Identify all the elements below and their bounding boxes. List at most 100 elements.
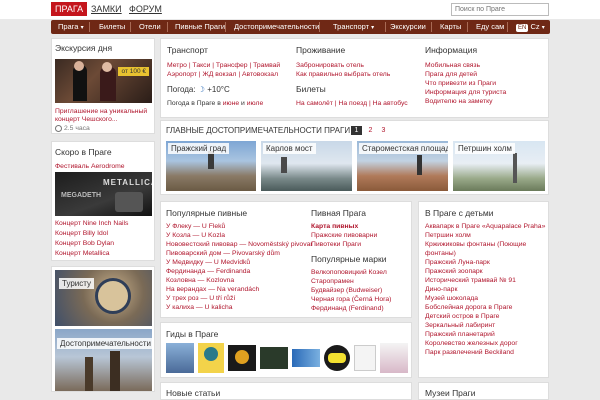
- choose-hotel-link[interactable]: Как правильно выбрать отель: [296, 70, 390, 79]
- info-link[interactable]: Информация для туриста: [425, 88, 506, 97]
- kids-link[interactable]: Бобслейная дорога в Праге: [425, 303, 512, 312]
- brand-link[interactable]: Фердинанд (Ferdinand): [311, 304, 384, 313]
- info-link[interactable]: Мобильная связь: [425, 61, 480, 70]
- kids-link[interactable]: Пражский зоопарк: [425, 267, 483, 276]
- beer-link[interactable]: У калиха — U kalicha: [166, 303, 233, 312]
- tourist-caption: Туристу: [59, 278, 95, 289]
- kids-link[interactable]: Дино-парк: [425, 285, 457, 294]
- brand-link[interactable]: Старопрамен: [311, 277, 354, 286]
- sight-caption: Петршин холм: [455, 143, 515, 154]
- kids-link[interactable]: Зеркальный лабиринт: [425, 321, 495, 330]
- musician-head: [74, 61, 84, 71]
- beer-link[interactable]: На верандах — Na verandách: [166, 285, 259, 294]
- nav-divider: [225, 22, 226, 32]
- concert-banner[interactable]: METALLICA MEGADETH: [55, 172, 152, 216]
- info-link[interactable]: Что привезти из Праги: [425, 79, 496, 88]
- beer-link[interactable]: Пивоварский дом — Pivovarský dům: [166, 249, 280, 258]
- sight-photo[interactable]: Староместская площадь: [357, 141, 448, 191]
- guide-logo[interactable]: [292, 349, 320, 367]
- guide-logo[interactable]: [198, 343, 224, 373]
- guide-logo[interactable]: [260, 347, 288, 369]
- search-input[interactable]: [451, 3, 549, 16]
- nav-item-tickets[interactable]: Билеты: [99, 20, 125, 34]
- kids-link[interactable]: Исторический трамвай № 91: [425, 276, 516, 285]
- language-switch[interactable]: EN Cz ▾: [514, 20, 545, 34]
- concert-link[interactable]: Концерт Metallica: [55, 249, 110, 258]
- guide-logo[interactable]: [228, 345, 256, 371]
- sight-photo[interactable]: Пражский град: [166, 141, 256, 191]
- kids-link[interactable]: Петршин холм: [425, 231, 471, 240]
- guide-logo[interactable]: [166, 343, 194, 373]
- concert-link[interactable]: Концерт Billy Idol: [55, 229, 108, 238]
- beer-link[interactable]: Нововестский пивовар — Novoměstský pivov…: [166, 240, 313, 249]
- kids-panel: В Праге с детьми Аквапарк в Праге «Aquap…: [418, 201, 549, 378]
- info-link[interactable]: Прага для детей: [425, 70, 477, 79]
- nav-item-self[interactable]: Еду сам: [476, 20, 504, 34]
- nav-item-transport[interactable]: Транспорт ▾: [333, 20, 374, 34]
- beer-link[interactable]: У трех роз — U tří růží: [166, 294, 235, 303]
- beer-map-link[interactable]: Карта пивных: [311, 222, 358, 231]
- excursion-title: Экскурсия дня: [55, 43, 113, 53]
- tab-prague[interactable]: ПРАГА: [51, 2, 88, 16]
- pager-page-3[interactable]: 3: [378, 126, 389, 135]
- brand-link[interactable]: Черная гора (Černá Hora): [311, 295, 391, 304]
- beer-shops-link[interactable]: Пивотеки Праги: [311, 240, 361, 249]
- tickets-links[interactable]: На самолёт | На поезд | На автобус: [296, 99, 408, 108]
- kids-link[interactable]: Аквапарк в Праге «Aquapalace Praha»: [425, 222, 545, 231]
- kids-link[interactable]: Пражский Луна-парк: [425, 258, 490, 267]
- kids-link[interactable]: Детский остров в Праге: [425, 312, 499, 321]
- sights-tile[interactable]: Достопримечательности: [55, 329, 152, 391]
- beer-link[interactable]: У Медвидку — U Medvídků: [166, 258, 250, 267]
- breweries-link[interactable]: Пражские пивоварни: [311, 231, 377, 240]
- info-link[interactable]: Водителю на заметку: [425, 97, 493, 106]
- nav-item-sights[interactable]: Достопримечательности: [234, 20, 319, 34]
- guide-logo[interactable]: [380, 343, 408, 373]
- excursion-link-line2[interactable]: концерт Чешского...: [55, 115, 118, 124]
- tab-castles[interactable]: ЗАМКИ: [87, 2, 126, 16]
- nav-item-maps[interactable]: Карты: [440, 20, 461, 34]
- beer-link[interactable]: У Козла — U Kozla: [166, 231, 225, 240]
- concert-link[interactable]: Концерт Bob Dylan: [55, 239, 114, 248]
- sight-photo[interactable]: Петршин холм: [453, 141, 545, 191]
- nav-divider: [431, 22, 432, 32]
- nav-item-hotels[interactable]: Отели: [139, 20, 161, 34]
- tower-image: [85, 357, 93, 391]
- festival-link[interactable]: Фестиваль Aerodrome: [55, 162, 125, 171]
- musician-head: [102, 62, 112, 72]
- nav-item-beer[interactable]: Пивные Праги: [175, 20, 225, 34]
- guide-logo[interactable]: [354, 345, 376, 371]
- articles-panel: Новые статьи: [160, 382, 412, 400]
- concert-photo[interactable]: от 100 €: [55, 59, 152, 103]
- beer-link[interactable]: Козловна — Kozlovna: [166, 276, 234, 285]
- nav-item-excursions[interactable]: Экскурсии: [390, 20, 426, 34]
- kids-link[interactable]: Пражский планетарий: [425, 330, 495, 339]
- beer-link[interactable]: Фердинанда — Ferdinanda: [166, 267, 250, 276]
- beer-link[interactable]: У Флеку — U Fleků: [166, 222, 225, 231]
- nav-item-prague[interactable]: Прага ▾: [58, 20, 84, 34]
- weather-label: Погода:: [167, 85, 196, 94]
- museums-title: Музеи Праги: [425, 388, 476, 398]
- transport-links-line2[interactable]: Аэропорт | ЖД вокзал | Автовокзал: [167, 70, 278, 79]
- tab-forum[interactable]: ФОРУМ: [125, 2, 166, 16]
- kids-link[interactable]: Кржижиковы фонтаны (Поющие фонтаны): [425, 240, 543, 258]
- guide-logo[interactable]: [324, 345, 350, 371]
- kids-link[interactable]: Музей шоколада: [425, 294, 478, 303]
- nav-divider: [130, 22, 131, 32]
- price-tag: от 100 €: [118, 67, 149, 76]
- kids-link[interactable]: Парк развлечений Beckiland: [425, 348, 514, 357]
- tourist-tile[interactable]: Туристу: [55, 270, 152, 326]
- concert-link[interactable]: Концерт Nine Inch Nails: [55, 219, 128, 228]
- weather-june-link[interactable]: июне: [223, 100, 239, 107]
- kids-link[interactable]: Королевство железных дорог: [425, 339, 518, 348]
- book-hotel-link[interactable]: Забронировать отель: [296, 61, 364, 70]
- pager-page-2[interactable]: 2: [365, 126, 376, 135]
- museums-panel: Музеи Праги: [418, 382, 549, 400]
- brand-link[interactable]: Велкопоповицкий Козел: [311, 268, 387, 277]
- sight-photo[interactable]: Карлов мост: [261, 141, 352, 191]
- brand-link[interactable]: Будвайзер (Budweiser): [311, 286, 382, 295]
- weather-july-link[interactable]: июле: [247, 100, 264, 107]
- transport-links-line1[interactable]: Метро | Такси | Трансфер | Трамвай: [167, 61, 280, 70]
- promo-panel: Туристу Достопримечательности: [51, 266, 155, 392]
- information-title: Информация: [425, 45, 478, 55]
- pager-page-1[interactable]: 1: [351, 126, 362, 135]
